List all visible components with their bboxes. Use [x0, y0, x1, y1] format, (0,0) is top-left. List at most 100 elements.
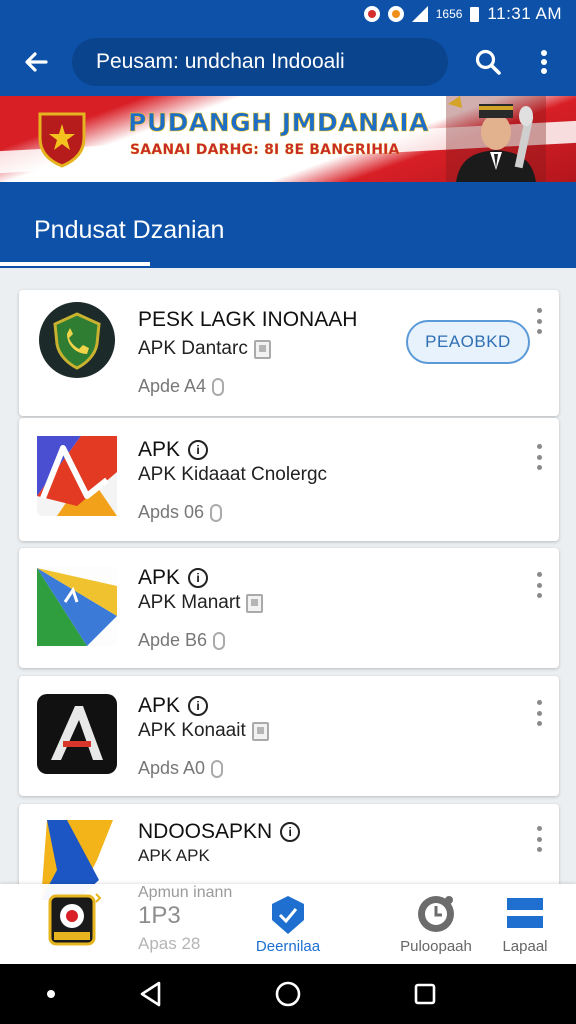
ring-icon: [210, 503, 223, 522]
promo-banner[interactable]: PUDANGH JMDANAIA SAANAI DARHG: 8I 8E BAN…: [0, 96, 576, 182]
official-portrait-image: [446, 96, 546, 182]
app-subtitle-text: APK Dantarc: [138, 338, 248, 359]
app-name: PESK LAGK INONAAH: [138, 308, 358, 331]
status-bar: 1656 11:31 AM: [0, 0, 576, 28]
system-back-button[interactable]: [116, 964, 186, 1024]
more-options-button[interactable]: [516, 28, 572, 96]
overlap-text-3: Apas 28: [138, 934, 201, 953]
more-vert-icon: [541, 50, 547, 74]
app-icon-green-tent: [37, 566, 117, 646]
notification-icon: [363, 6, 380, 22]
library-icon: [507, 898, 543, 928]
card-more-icon[interactable]: [535, 308, 543, 334]
clipboard-icon: [246, 593, 264, 613]
shield-emblem-icon: [38, 112, 86, 168]
info-icon: i: [188, 696, 209, 716]
app-subtitle: APK APK: [138, 846, 210, 866]
app-icon-red-chart: [37, 436, 117, 516]
status-small-text: 1656: [435, 7, 463, 21]
system-navigation-bar: [0, 964, 576, 1024]
info-icon: i: [280, 822, 301, 842]
search-button[interactable]: [460, 28, 516, 96]
app-name-text: APK: [138, 694, 181, 717]
info-icon: i: [188, 568, 209, 588]
section-header: Pndusat Dzanian: [0, 182, 576, 268]
nav-label-updates: Puloopaah: [400, 938, 472, 955]
nav-label-discover: Deernilaa: [255, 938, 321, 955]
app-subtitle: APK Manart: [138, 592, 264, 614]
app-name: APK i: [138, 566, 209, 590]
app-meta-text: Apde B6: [138, 630, 208, 650]
nav-item-updates[interactable]: Puloopaah: [394, 884, 478, 964]
app-name: APK i: [138, 438, 209, 462]
install-button[interactable]: PEAOBKD: [406, 320, 530, 364]
search-query-text: Peusam: undchan Indooali: [96, 50, 345, 73]
square-recents-icon: [414, 983, 436, 1005]
shield-check-icon: [272, 896, 304, 934]
app-subtitle-text: APK Kidaaat Cnolergc: [138, 464, 328, 485]
app-subtitle-text: APK Manart: [138, 592, 241, 613]
clock-icon: [418, 896, 454, 932]
overlap-text-1: Apmun inann: [138, 884, 233, 901]
back-button[interactable]: [0, 28, 72, 96]
banner-title: PUDANGH JMDANAIA: [128, 108, 429, 138]
nav-item-library[interactable]: Lapaal: [492, 884, 558, 964]
ring-icon: [212, 377, 225, 396]
info-icon: i: [188, 440, 209, 460]
card-more-icon[interactable]: [535, 572, 543, 598]
card-more-icon[interactable]: [535, 700, 543, 726]
app-subtitle-text: APK APK: [138, 846, 210, 865]
search-icon: [475, 49, 501, 75]
system-recents-button[interactable]: [390, 964, 460, 1024]
app-subtitle-text: APK Konaait: [138, 720, 246, 741]
app-meta-text: Apds A0: [138, 758, 206, 778]
clipboard-icon: [251, 721, 269, 741]
app-meta: Apde A4: [138, 376, 225, 397]
clipboard-icon: [253, 339, 271, 359]
app-subtitle: APK Kidaaat Cnolergc: [138, 464, 327, 486]
app-meta: Apds 06: [138, 502, 223, 523]
signal-icon: [411, 6, 428, 22]
nav-item-discover[interactable]: Deernilaa: [248, 884, 328, 964]
app-name-text: APK: [138, 438, 181, 461]
overlap-text-2: 1P3: [138, 902, 181, 929]
app-card[interactable]: PESK LAGK INONAAH APK Dantarc Apde A4 PE…: [19, 290, 559, 416]
battery-icon: [470, 6, 480, 22]
home-badge-icon: [48, 893, 102, 946]
app-card[interactable]: APK i APK Konaait Apds A0: [19, 676, 559, 796]
tab-featured[interactable]: Pndusat Dzanian: [34, 216, 224, 245]
triangle-back-icon: [140, 981, 161, 1007]
dot-icon: [47, 990, 55, 998]
app-meta-text: Apds 06: [138, 502, 205, 522]
arrow-left-icon: [25, 52, 48, 72]
app-notification-icon: [387, 6, 404, 22]
app-bar: Peusam: undchan Indooali: [0, 28, 576, 96]
ring-icon: [211, 759, 224, 778]
app-card[interactable]: APK i APK Kidaaat Cnolergc Apds 06: [19, 418, 559, 541]
nav-item-home[interactable]: [34, 884, 114, 964]
app-card[interactable]: APK i APK Manart Apde B6: [19, 548, 559, 668]
tab-indicator: [0, 262, 150, 266]
search-input[interactable]: Peusam: undchan Indooali: [72, 38, 448, 86]
assistant-button[interactable]: [16, 964, 86, 1024]
app-icon-letter-a: [37, 694, 117, 774]
app-name-text: APK: [138, 566, 181, 589]
app-name: NDOOSAPKN i: [138, 820, 301, 844]
app-meta-text: Apde A4: [138, 376, 207, 396]
app-subtitle: APK Dantarc: [138, 338, 271, 360]
status-time: 11:31 AM: [487, 4, 562, 23]
app-meta: Apde B6: [138, 630, 226, 651]
app-icon-shield-phone: [39, 302, 115, 378]
nav-label-library: Lapaal: [502, 938, 548, 955]
app-name: APK i: [138, 694, 209, 718]
app-name-text: NDOOSAPKN: [138, 820, 273, 843]
banner-subtitle: SAANAI DARHG: 8I 8E BANGRIHIA: [130, 142, 400, 158]
bottom-navigation: Apmun inann 1P3 Apas 28 Deernilaa Puloop…: [0, 884, 576, 964]
system-home-button[interactable]: [253, 964, 323, 1024]
card-more-icon[interactable]: [535, 444, 543, 470]
app-subtitle: APK Konaait: [138, 720, 269, 742]
ring-icon: [213, 631, 226, 650]
app-meta: Apds A0: [138, 758, 224, 779]
circle-home-icon: [275, 981, 301, 1007]
card-more-icon[interactable]: [535, 826, 543, 852]
